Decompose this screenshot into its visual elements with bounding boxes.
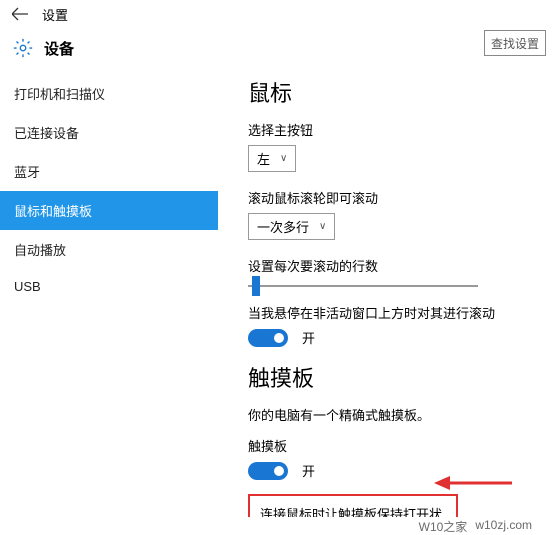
annotation-arrow-icon	[434, 472, 512, 494]
search-input[interactable]: 查找设置	[484, 30, 546, 56]
sidebar-item-usb[interactable]: USB	[0, 269, 218, 304]
sidebar-item-printers[interactable]: 打印机和扫描仪	[0, 74, 218, 113]
content-pane: 鼠标 选择主按钮 左 ∨ 滚动鼠标滚轮即可滚动 一次多行 ∨ 设置每次要滚动的行…	[218, 68, 554, 517]
window-title: 设置	[42, 5, 68, 24]
chevron-down-icon: ∨	[319, 221, 326, 232]
lines-per-scroll-label: 设置每次要滚动的行数	[248, 256, 554, 275]
touchpad-section-title: 触摸板	[248, 361, 554, 393]
inactive-scroll-toggle[interactable]	[248, 329, 288, 347]
sidebar-item-autoplay[interactable]: 自动播放	[0, 230, 218, 269]
sidebar: 打印机和扫描仪 已连接设备 蓝牙 鼠标和触摸板 自动播放 USB	[0, 68, 218, 517]
primary-button-label: 选择主按钮	[248, 120, 554, 139]
search-placeholder: 查找设置	[491, 35, 539, 52]
sidebar-item-mouse-touchpad[interactable]: 鼠标和触摸板	[0, 191, 218, 230]
primary-button-select[interactable]: 左 ∨	[248, 145, 296, 172]
scroll-mode-select[interactable]: 一次多行 ∨	[248, 213, 335, 240]
lines-per-scroll-slider[interactable]	[248, 285, 478, 287]
highlighted-setting: 连接鼠标时让触摸板保持打开状态 开	[248, 494, 458, 517]
touchpad-toggle[interactable]	[248, 462, 288, 480]
mouse-section-title: 鼠标	[248, 76, 554, 108]
sidebar-item-bluetooth[interactable]: 蓝牙	[0, 152, 218, 191]
slider-thumb[interactable]	[252, 276, 260, 296]
touchpad-label: 触摸板	[248, 436, 554, 455]
inactive-window-scroll-label: 当我悬停在非活动窗口上方时对其进行滚动	[248, 303, 554, 322]
touchpad-description: 你的电脑有一个精确式触摸板。	[248, 405, 554, 424]
gear-icon	[12, 37, 34, 59]
chevron-down-icon: ∨	[280, 153, 287, 164]
keep-touchpad-on-mouse-label: 连接鼠标时让触摸板保持打开状态	[260, 504, 446, 517]
touchpad-state: 开	[302, 461, 315, 480]
watermark: W10之家 w10zj.com	[419, 518, 532, 535]
inactive-scroll-state: 开	[302, 328, 315, 347]
page-title: 设备	[44, 38, 74, 59]
sidebar-item-connected-devices[interactable]: 已连接设备	[0, 113, 218, 152]
back-button[interactable]	[10, 4, 30, 24]
scroll-mode-label: 滚动鼠标滚轮即可滚动	[248, 188, 554, 207]
